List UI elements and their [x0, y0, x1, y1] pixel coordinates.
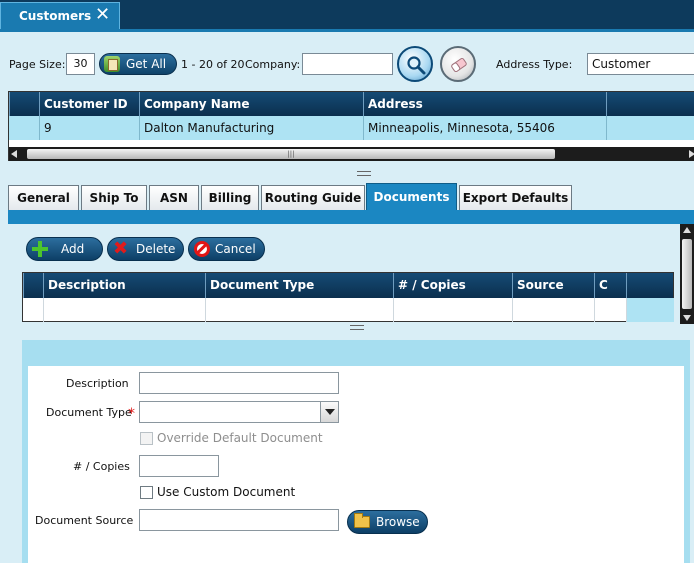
plus-icon	[32, 241, 48, 257]
scroll-right-icon[interactable]	[689, 150, 694, 158]
scrollbar-thumb[interactable]: |||	[27, 149, 555, 159]
empty-cell	[626, 298, 674, 322]
column-header-company-name[interactable]: Company Name	[139, 92, 363, 116]
close-icon[interactable]: ✕	[95, 5, 110, 25]
table-row[interactable]: 9 Dalton Manufacturing Minneapolis, Minn…	[9, 116, 694, 140]
tab-documents[interactable]: Documents	[366, 183, 457, 211]
cell-customer-id: 9	[39, 116, 139, 140]
document-source-label: Document Source	[35, 514, 134, 527]
column-header-customer-id[interactable]: Customer ID	[39, 92, 139, 116]
row-selector-header	[9, 92, 39, 116]
address-type-label: Address Type:	[496, 58, 573, 71]
range-text: 1 - 20 of 20	[181, 58, 245, 71]
empty-cell	[512, 298, 594, 322]
document-type-select[interactable]	[139, 401, 339, 423]
cancel-icon	[194, 241, 210, 257]
cell-company-name: Dalton Manufacturing	[139, 116, 363, 140]
address-type-input[interactable]: Customer	[587, 53, 694, 75]
delete-label: Delete	[136, 242, 176, 256]
empty-cell	[43, 298, 205, 322]
folder-icon	[354, 513, 370, 528]
override-default-checkbox[interactable]	[140, 432, 153, 445]
description-input[interactable]	[139, 372, 339, 394]
chevron-down-icon[interactable]	[320, 402, 338, 422]
tab-general[interactable]: General	[8, 185, 79, 211]
column-header-blank	[626, 273, 674, 298]
tab-routing-guide[interactable]: Routing Guide	[261, 185, 365, 211]
column-header-document-type[interactable]: Document Type	[205, 273, 393, 298]
company-label: Company:	[245, 58, 301, 71]
tab-customers[interactable]: Customers ✕	[0, 2, 120, 29]
form-splitter[interactable]	[350, 325, 364, 330]
empty-cell	[594, 298, 626, 322]
document-type-label: Document Type	[46, 406, 132, 419]
grid-splitter[interactable]	[357, 171, 371, 176]
description-label: Description	[66, 377, 129, 390]
column-header-description[interactable]: Description	[43, 273, 205, 298]
row-selector[interactable]	[9, 116, 39, 140]
tab-panel-bar	[8, 210, 694, 224]
scroll-left-icon[interactable]	[11, 150, 17, 158]
title-bar: Customers ✕	[0, 0, 694, 29]
delete-icon: ✖	[113, 238, 129, 259]
use-custom-document-label: Use Custom Document	[157, 485, 296, 499]
horizontal-scrollbar[interactable]: |||	[9, 147, 694, 161]
empty-cell	[393, 298, 512, 322]
vertical-scrollbar-thumb[interactable]	[682, 239, 692, 309]
eraser-icon	[451, 57, 467, 73]
database-icon	[104, 56, 120, 72]
add-label: Add	[61, 242, 85, 256]
add-button[interactable]: Add	[26, 237, 103, 261]
magnifier-icon	[407, 56, 426, 75]
delete-button[interactable]: ✖ Delete	[107, 237, 184, 261]
customer-grid-header: Customer ID Company Name Address	[9, 92, 694, 116]
company-input[interactable]	[302, 53, 393, 75]
scroll-down-icon[interactable]	[683, 315, 691, 321]
vertical-scrollbar[interactable]	[680, 224, 694, 324]
tab-asn[interactable]: ASN	[149, 185, 199, 211]
get-all-button[interactable]: Get All	[99, 53, 177, 75]
copies-label: # / Copies	[73, 460, 130, 473]
column-header-address[interactable]: Address	[363, 92, 606, 116]
documents-grid: Description Document Type # / Copies Sou…	[22, 272, 674, 322]
column-header-copies[interactable]: # / Copies	[393, 273, 512, 298]
cell-blank	[606, 116, 694, 140]
tab-ship-to[interactable]: Ship To	[81, 185, 147, 211]
clear-button[interactable]	[440, 46, 476, 82]
tab-billing[interactable]: Billing	[201, 185, 259, 211]
document-source-input[interactable]	[139, 509, 339, 531]
tab-customers-label: Customers	[19, 9, 92, 23]
override-default-label: Override Default Document	[157, 431, 323, 445]
tab-export-defaults[interactable]: Export Defaults	[459, 185, 572, 211]
empty-cell	[205, 298, 393, 322]
copies-input[interactable]	[139, 455, 219, 477]
cancel-button[interactable]: Cancel	[188, 237, 265, 261]
search-button[interactable]	[397, 46, 433, 82]
scroll-up-icon[interactable]	[683, 227, 691, 233]
page-size-input[interactable]: 30	[66, 53, 95, 75]
customer-grid: Customer ID Company Name Address 9 Dalto…	[8, 91, 694, 161]
cancel-label: Cancel	[215, 242, 256, 256]
detail-tab-strip: General Ship To ASN Billing Routing Guid…	[8, 183, 694, 211]
documents-grid-header: Description Document Type # / Copies Sou…	[23, 273, 673, 298]
row-selector-header	[23, 273, 43, 298]
get-all-label: Get All	[126, 57, 167, 71]
column-header-c[interactable]: C	[594, 273, 626, 298]
search-toolbar: Page Size: 30 Get All 1 - 20 of 20 Compa…	[0, 29, 694, 89]
required-marker: *	[128, 406, 135, 422]
browse-label: Browse	[376, 515, 420, 529]
page-size-label: Page Size:	[9, 58, 66, 71]
column-header-source[interactable]: Source	[512, 273, 594, 298]
cell-address: Minneapolis, Minnesota, 55406	[363, 116, 606, 140]
column-header-blank	[606, 92, 694, 116]
use-custom-document-checkbox[interactable]	[140, 486, 153, 499]
browse-button[interactable]: Browse	[347, 510, 428, 534]
